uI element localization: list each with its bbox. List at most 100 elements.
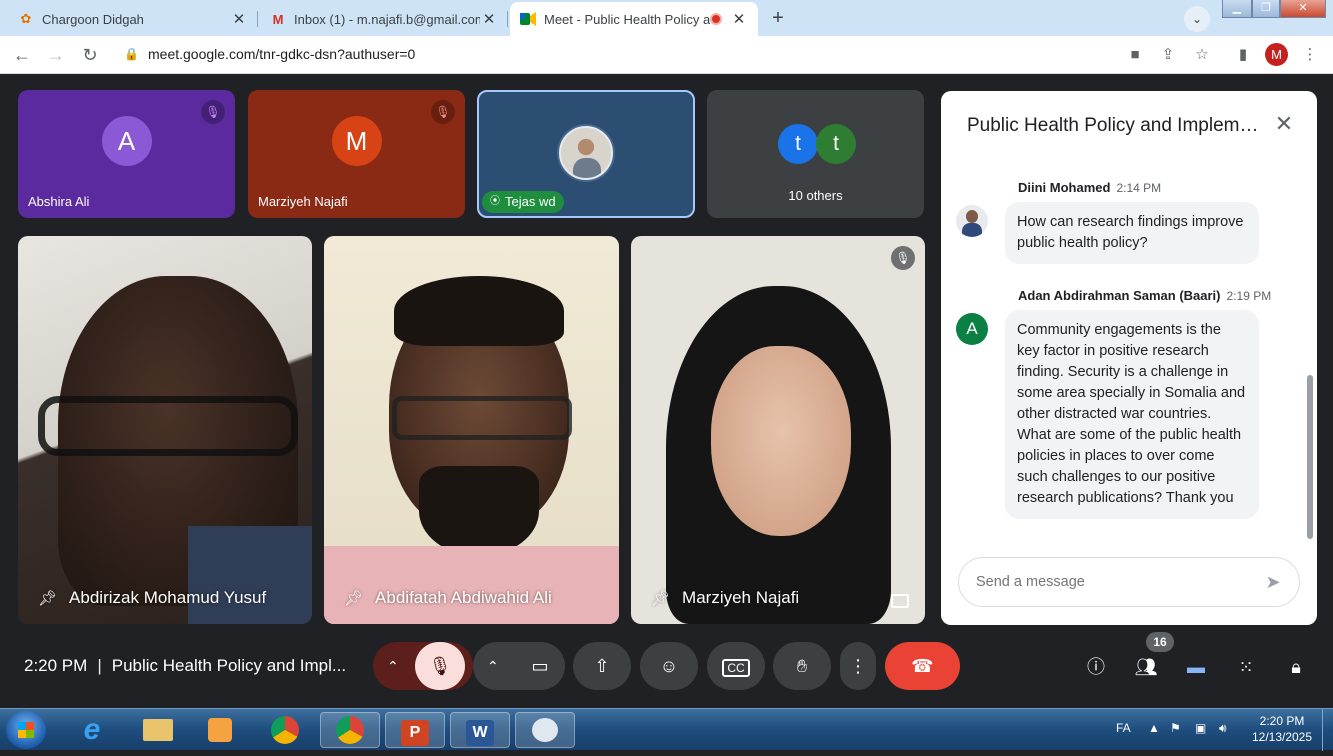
closed-caption-icon: CC <box>722 659 750 677</box>
profile-photo <box>559 126 613 180</box>
close-tab-icon[interactable]: ✕ <box>230 10 248 28</box>
gmail-icon: M <box>272 11 284 27</box>
pin-icon[interactable]: 📌︎ <box>651 589 670 607</box>
host-controls-lock-icon[interactable]: 🔒︎ <box>1283 654 1309 680</box>
message-time: 2:19 PM <box>1226 289 1272 303</box>
paint-icon[interactable] <box>515 712 575 748</box>
video-tile-abdifatah[interactable]: 📌︎ Abdifatah Abdiwahid Ali <box>324 236 619 624</box>
participant-tile-marziyeh-small[interactable]: M 🎙︎ Marziyeh Najafi <box>248 90 465 218</box>
leave-call-button[interactable]: ☎︎ <box>885 642 960 690</box>
star-icon[interactable]: ☆ <box>1191 44 1213 66</box>
reactions-button[interactable]: ☺ <box>640 642 698 690</box>
fullscreen-icon[interactable] <box>891 594 909 608</box>
media-player-icon[interactable] <box>190 712 250 748</box>
meeting-title: Public Health Policy and Impl... <box>111 656 347 675</box>
hand-icon: ✋︎ <box>796 656 808 676</box>
new-tab-plus-icon[interactable]: + <box>764 6 792 30</box>
present-screen-icon: ⇧ <box>594 656 610 676</box>
chat-message-bubble: Community engagements is the key factor … <box>1005 310 1259 519</box>
sender-name: Diini Mohamed <box>1018 180 1111 195</box>
back-arrow-icon[interactable]: ← <box>10 43 34 67</box>
participant-name: Abshira Ali <box>28 194 90 209</box>
close-tab-icon[interactable]: ✕ <box>730 10 748 28</box>
mic-off-icon: 🎙︎ <box>431 100 455 124</box>
browser-toolbar: ← → ↻ 🔒 meet.google.com/tnr-gdkc-dsn?aut… <box>0 36 1333 74</box>
message-input[interactable] <box>976 558 1246 606</box>
send-icon[interactable]: ➤ <box>1261 570 1285 594</box>
volume-icon[interactable]: 🔊︎ <box>1219 721 1227 736</box>
emoji-icon: ☺ <box>659 656 679 676</box>
tab-chargoon[interactable]: ✿ Chargoon Didgah ✕ <box>8 4 258 34</box>
video-tile-marziyeh[interactable]: 🎙︎ 📌︎ Marziyeh Najafi <box>631 236 925 624</box>
action-center-flag-icon[interactable]: ⚑ <box>1170 721 1181 735</box>
address-bar[interactable]: meet.google.com/tnr-gdkc-dsn?authuser=0 <box>148 46 415 62</box>
meeting-info: 2:20 PM | Public Health Policy and Impl... <box>24 656 346 676</box>
chrome-icon[interactable] <box>255 712 315 748</box>
language-indicator[interactable]: FA <box>1116 721 1131 735</box>
windows-taskbar: e P W FA ▲ ⚑ ▣ 🔊︎ 2:20 PM 12/13/2025 <box>0 708 1333 751</box>
internet-explorer-icon[interactable]: e <box>62 712 122 748</box>
chat-panel-title: Public Health Policy and Implementation <box>967 115 1267 136</box>
audio-options-chevron-icon[interactable]: ⌃ <box>387 642 399 690</box>
more-vert-icon[interactable]: ⋮ <box>1299 44 1321 66</box>
minimize-icon[interactable]: ▁ <box>1222 0 1252 18</box>
system-clock[interactable]: 2:20 PM 12/13/2025 <box>1244 713 1320 745</box>
chat-scrollbar[interactable] <box>1307 375 1313 539</box>
participant-name-overlay: 📌︎ Abdirizak Mohamud Yusuf <box>38 588 266 608</box>
show-desktop-button[interactable] <box>1322 709 1333 751</box>
chat-icon[interactable]: ▬ <box>1183 654 1209 680</box>
close-icon[interactable]: ✕ <box>1271 111 1297 137</box>
lock-icon[interactable]: 🔒 <box>124 47 139 61</box>
chat-message-bubble: How can research findings improve public… <box>1005 202 1259 264</box>
network-icon[interactable]: ▣ <box>1195 721 1206 735</box>
mic-off-button[interactable]: 🎙︎ <box>415 642 465 690</box>
tab-meet[interactable]: Meet - Public Health Policy a ✕ <box>510 2 758 36</box>
videocam-icon: ▭ <box>531 656 549 676</box>
message-header: Diini Mohamed 2:14 PM <box>1018 180 1161 195</box>
camera-icon[interactable]: ■ <box>1124 44 1146 66</box>
captions-button[interactable]: CC <box>707 642 765 690</box>
hair-shape <box>394 276 564 346</box>
start-button[interactable] <box>6 711 46 749</box>
participant-name-overlay: 📌︎ Marziyeh Najafi <box>651 588 799 608</box>
close-window-icon[interactable]: ✕ <box>1280 0 1326 18</box>
pin-icon[interactable]: 📌︎ <box>38 589 57 607</box>
profile-avatar[interactable]: M <box>1265 43 1288 66</box>
camera-button[interactable]: ▭ <box>515 642 565 690</box>
participant-tile-abshira[interactable]: A 🎙︎ Abshira Ali <box>18 90 235 218</box>
powerpoint-icon[interactable]: P <box>385 712 445 748</box>
present-button[interactable]: ⇧ <box>573 642 631 690</box>
video-tile-abdirizak[interactable]: 📌︎ Abdirizak Mohamud Yusuf <box>18 236 312 624</box>
maximize-icon[interactable]: ❐ <box>1252 0 1280 18</box>
tab-gmail[interactable]: M Inbox (1) - m.najafi.b@gmail.com ✕ <box>260 4 508 34</box>
participant-name: Marziyeh Najafi <box>682 588 800 607</box>
chrome-active-icon[interactable] <box>320 712 380 748</box>
word-icon[interactable]: W <box>450 712 510 748</box>
avatar <box>956 205 988 237</box>
video-options-chevron-icon[interactable]: ⌃ <box>487 642 499 690</box>
more-options-button[interactable]: ⋮ <box>840 642 876 690</box>
meet-icon <box>520 11 536 27</box>
file-explorer-icon[interactable] <box>128 712 188 748</box>
participant-tile-tejas[interactable]: ⦿ Tejas wd <box>477 90 695 218</box>
divider: | <box>97 656 102 675</box>
video-feed <box>711 346 851 536</box>
avatar: t <box>816 124 856 164</box>
side-panel-icon[interactable]: ▮ <box>1232 44 1254 66</box>
forward-arrow-icon[interactable]: → <box>44 43 68 67</box>
meeting-details-info-icon[interactable]: ⓘ <box>1083 654 1109 680</box>
pin-icon[interactable]: 📌︎ <box>344 589 363 607</box>
activities-grid-icon[interactable]: ⁙ <box>1233 654 1259 680</box>
reload-icon[interactable]: ↻ <box>78 43 102 67</box>
tray-expand-icon[interactable]: ▲ <box>1148 721 1160 735</box>
suit-shape <box>188 526 312 624</box>
share-icon[interactable]: ⇪ <box>1157 44 1179 66</box>
participant-name: Marziyeh Najafi <box>258 194 348 209</box>
raise-hand-button[interactable]: ✋︎ <box>773 642 831 690</box>
others-tile[interactable]: t t 10 others <box>707 90 924 218</box>
message-time: 2:14 PM <box>1116 181 1162 195</box>
people-icon[interactable]: 👥︎ <box>1133 654 1159 680</box>
chevron-down-icon[interactable]: ⌄ <box>1184 6 1210 32</box>
others-count: 10 others <box>788 188 843 203</box>
close-tab-icon[interactable]: ✕ <box>480 10 498 28</box>
